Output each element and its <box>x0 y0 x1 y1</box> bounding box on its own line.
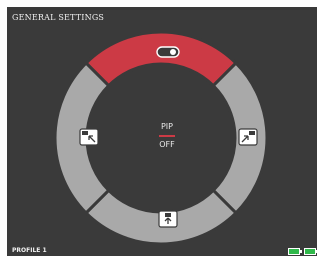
segment-top[interactable] <box>83 30 239 88</box>
profile-label: PROFILE 1 <box>12 247 47 254</box>
radial-menu <box>53 30 269 246</box>
pip-on-label: PIP <box>160 122 173 131</box>
battery-icon-right <box>304 248 317 255</box>
pip-top-right-icon <box>238 128 258 146</box>
pip-bottom-left-icon <box>79 128 99 146</box>
settings-screen: GENERAL SETTINGS PIP OFF PROFILE 1 <box>7 7 317 256</box>
pip-divider <box>159 135 175 137</box>
pip-off-label: OFF <box>159 140 175 149</box>
toggle-switch-icon <box>156 46 180 58</box>
battery-icon-left <box>288 248 302 255</box>
pip-bottom-center-icon <box>158 210 178 228</box>
